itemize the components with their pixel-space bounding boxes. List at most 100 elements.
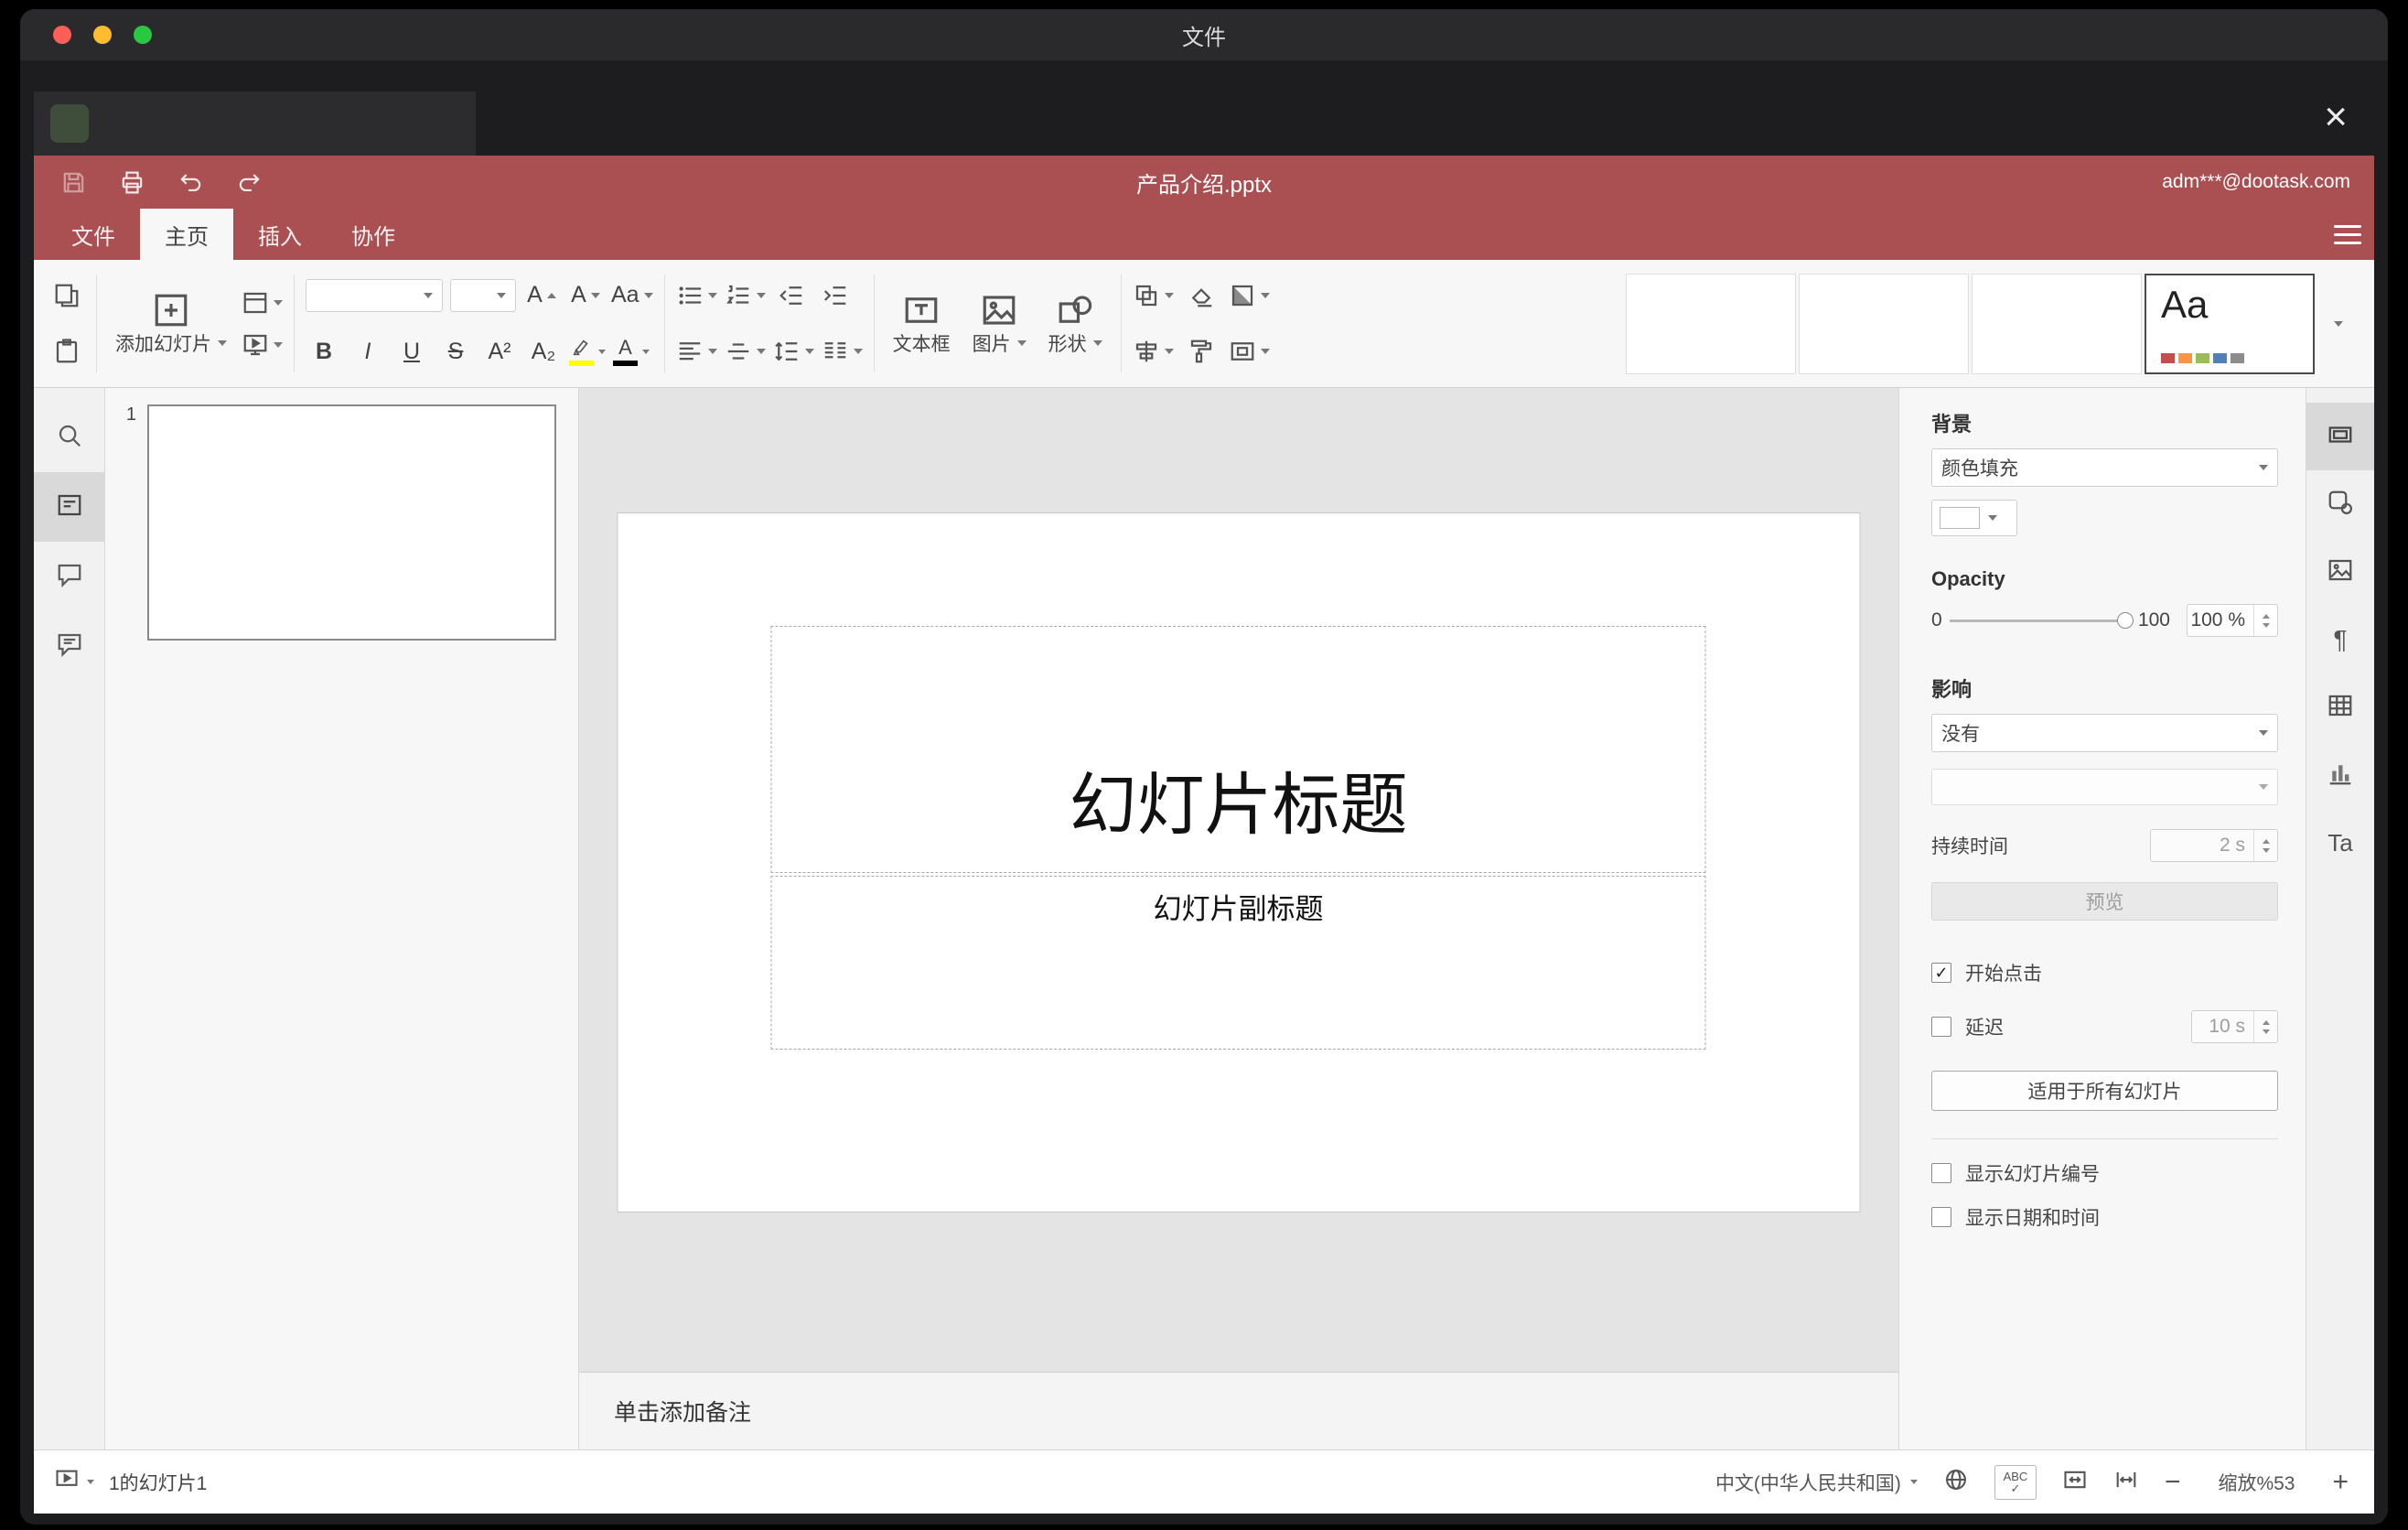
- spellcheck-toggle[interactable]: ABC ✓: [1994, 1464, 2037, 1500]
- tab-file[interactable]: 文件: [47, 209, 140, 260]
- transition-variant-select[interactable]: [1931, 769, 2278, 805]
- theme-thumbnail[interactable]: [1626, 273, 1796, 374]
- subscript-button[interactable]: A₂: [525, 330, 562, 372]
- show-date-time-checkbox[interactable]: [1931, 1207, 1951, 1227]
- decrease-font-size-button[interactable]: A: [567, 275, 604, 317]
- add-slide-button[interactable]: 添加幻灯片: [108, 286, 234, 362]
- transition-effect-select[interactable]: 没有: [1931, 714, 2278, 752]
- increase-indent-button[interactable]: [817, 275, 854, 317]
- slide-thumbnail[interactable]: [147, 404, 556, 641]
- spinner-down-icon[interactable]: [2262, 1029, 2270, 1034]
- horizontal-align-button[interactable]: [676, 330, 717, 372]
- chevron-down-icon: [804, 349, 814, 355]
- show-slide-number-checkbox[interactable]: [1931, 1163, 1951, 1183]
- font-name-select[interactable]: [306, 278, 443, 312]
- bold-button[interactable]: B: [306, 330, 342, 372]
- superscript-button[interactable]: A²: [481, 330, 518, 372]
- table-settings-button[interactable]: [2306, 673, 2374, 741]
- slide-size-button[interactable]: [1229, 330, 1270, 372]
- decrease-indent-button[interactable]: [773, 275, 810, 317]
- theme-thumbnail-selected[interactable]: Aa: [2145, 273, 2315, 374]
- columns-button[interactable]: [822, 330, 863, 372]
- start-on-click-checkbox[interactable]: ✓: [1931, 963, 1951, 983]
- spinner-up-icon[interactable]: [2262, 613, 2270, 619]
- theme-thumbnail[interactable]: [1799, 273, 1969, 374]
- copy-style-icon[interactable]: [1183, 330, 1220, 372]
- numbering-button[interactable]: [725, 275, 766, 317]
- spinner-up-icon[interactable]: [2262, 838, 2270, 844]
- chart-settings-button[interactable]: [2306, 741, 2374, 809]
- close-document-icon[interactable]: ×: [2324, 97, 2348, 137]
- insert-shape-button[interactable]: 形状: [1041, 286, 1110, 362]
- duration-input[interactable]: 2 s: [2150, 829, 2278, 862]
- print-icon[interactable]: [116, 167, 147, 198]
- opacity-slider-handle[interactable]: [2116, 612, 2134, 629]
- document-language-button[interactable]: [1943, 1467, 1969, 1498]
- subtitle-placeholder[interactable]: 幻灯片副标题: [770, 876, 1706, 1050]
- bullets-button[interactable]: [676, 275, 717, 317]
- zoom-in-button[interactable]: +: [2332, 1468, 2349, 1496]
- insert-textbox-button[interactable]: 文本框: [886, 286, 958, 362]
- font-color-button[interactable]: A: [613, 330, 650, 372]
- start-slideshow-status-button[interactable]: [54, 1467, 94, 1498]
- language-selector[interactable]: 中文(中华人民共和国): [1715, 1469, 1918, 1496]
- menu-icon[interactable]: [2334, 224, 2361, 244]
- duration-spinner[interactable]: [2253, 830, 2277, 861]
- arrange-shape-button[interactable]: [1133, 275, 1174, 317]
- undo-icon[interactable]: [175, 167, 206, 198]
- highlight-color-button[interactable]: [569, 330, 606, 372]
- opacity-slider[interactable]: [1949, 611, 2134, 630]
- line-spacing-button[interactable]: [773, 330, 814, 372]
- slide-settings-button[interactable]: [2306, 403, 2374, 470]
- spinner-down-icon[interactable]: [2262, 622, 2270, 628]
- tab-insert[interactable]: 插入: [233, 209, 327, 260]
- textart-settings-button[interactable]: Ta: [2306, 809, 2374, 877]
- background-fill-select[interactable]: 颜色填充: [1931, 448, 2278, 487]
- opacity-spinner[interactable]: [2253, 605, 2277, 636]
- slides-panel-button[interactable]: [34, 472, 104, 542]
- italic-button[interactable]: I: [349, 330, 386, 372]
- chat-panel-button[interactable]: [34, 611, 104, 681]
- paragraph-settings-button[interactable]: ¶: [2306, 606, 2374, 673]
- underline-button[interactable]: U: [393, 330, 430, 372]
- image-settings-button[interactable]: [2306, 538, 2374, 606]
- shape-settings-button[interactable]: [2306, 470, 2374, 538]
- opacity-value-input[interactable]: 100 %: [2187, 604, 2278, 637]
- increase-font-size-button[interactable]: A: [523, 275, 560, 317]
- spinner-up-icon[interactable]: [2262, 1019, 2270, 1025]
- strikethrough-button[interactable]: S: [437, 330, 474, 372]
- align-shape-button[interactable]: [1133, 330, 1174, 372]
- slide-area[interactable]: 幻灯片标题 幻灯片副标题: [579, 388, 1898, 1372]
- delay-spinner[interactable]: [2253, 1011, 2277, 1042]
- notes-area[interactable]: 单击添加备注: [579, 1372, 1898, 1449]
- change-layout-button[interactable]: [242, 282, 283, 324]
- title-placeholder[interactable]: 幻灯片标题: [770, 626, 1706, 873]
- search-button[interactable]: [34, 403, 104, 472]
- delay-checkbox[interactable]: [1931, 1017, 1951, 1037]
- tab-home[interactable]: 主页: [140, 209, 233, 260]
- apply-to-all-slides-button[interactable]: 适用于所有幻灯片: [1931, 1071, 2278, 1111]
- comments-panel-button[interactable]: [34, 542, 104, 611]
- slide[interactable]: 幻灯片标题 幻灯片副标题: [618, 513, 1860, 1212]
- delay-input[interactable]: 10 s: [2191, 1010, 2278, 1043]
- start-slideshow-button[interactable]: [242, 324, 283, 366]
- redo-icon[interactable]: [233, 167, 264, 198]
- clear-style-icon[interactable]: [1183, 275, 1220, 317]
- vertical-align-button[interactable]: [725, 330, 766, 372]
- paste-icon[interactable]: [48, 330, 85, 372]
- save-icon[interactable]: [58, 167, 89, 198]
- font-size-select[interactable]: [450, 278, 516, 312]
- preview-button[interactable]: 预览: [1931, 882, 2278, 921]
- fit-slide-button[interactable]: [2062, 1467, 2088, 1498]
- theme-gallery-expand-button[interactable]: [2317, 274, 2360, 374]
- tab-collaboration[interactable]: 协作: [327, 209, 420, 260]
- zoom-out-button[interactable]: −: [2165, 1468, 2181, 1496]
- copy-icon[interactable]: [48, 275, 85, 317]
- fill-color-button[interactable]: [1229, 275, 1270, 317]
- fit-width-button[interactable]: [2113, 1467, 2139, 1498]
- change-case-button[interactable]: Aa: [611, 275, 653, 317]
- theme-thumbnail[interactable]: [1972, 273, 2142, 374]
- background-color-select[interactable]: [1931, 500, 2017, 536]
- spinner-down-icon[interactable]: [2262, 847, 2270, 853]
- insert-image-button[interactable]: 图片: [965, 286, 1034, 362]
